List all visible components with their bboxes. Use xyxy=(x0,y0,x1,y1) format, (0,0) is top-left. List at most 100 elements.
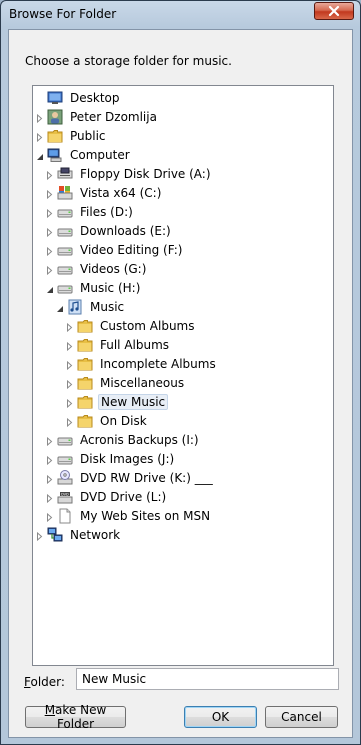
tree-node-label: My Web Sites on MSN xyxy=(80,508,211,523)
tree-node[interactable]: My Web Sites on MSN xyxy=(45,506,212,525)
hard-drive-icon xyxy=(57,432,73,448)
collapsed-arrow-icon[interactable] xyxy=(65,321,74,333)
ok-button[interactable]: OK xyxy=(184,706,257,728)
tree-node[interactable]: Floppy Disk Drive (A:) xyxy=(45,164,213,183)
tree-node-label: Incomplete Albums xyxy=(100,356,216,371)
tree-node-label: Disk Images (J:) xyxy=(80,451,175,466)
collapsed-arrow-icon[interactable] xyxy=(45,226,54,238)
folder-icon xyxy=(77,337,93,353)
collapsed-arrow-icon[interactable] xyxy=(45,492,54,504)
tree-node-label: Floppy Disk Drive (A:) xyxy=(80,166,211,181)
collapsed-arrow-icon[interactable] xyxy=(65,378,74,390)
tree-node-label: DVD RW Drive (K:) ___ xyxy=(80,470,213,485)
tree-node[interactable]: DVD RW Drive (K:) ___ xyxy=(45,468,215,487)
tree-node-label: New Music xyxy=(98,393,169,410)
music-library-icon xyxy=(67,299,83,315)
collapsed-arrow-icon[interactable] xyxy=(35,112,44,124)
tree-node[interactable]: Public xyxy=(35,126,108,145)
title-bar[interactable]: Browse For Folder xyxy=(1,1,360,27)
tree-node-label: Full Albums xyxy=(100,337,170,352)
collapsed-arrow-icon[interactable] xyxy=(45,454,54,466)
tree-node-label: DVD Drive (L:) xyxy=(80,489,167,504)
tree-node[interactable]: Miscellaneous xyxy=(65,373,186,392)
tree-node-label: Vista x64 (C:) xyxy=(80,185,162,200)
tree-node-label: Downloads (E:) xyxy=(80,223,171,238)
user-folder-icon xyxy=(47,109,63,125)
collapsed-arrow-icon[interactable] xyxy=(45,435,54,447)
tree-node[interactable]: Custom Albums xyxy=(65,316,197,335)
tree-node-label: On Disk xyxy=(100,413,147,428)
cancel-button[interactable]: Cancel xyxy=(265,706,338,728)
computer-icon xyxy=(47,147,63,163)
tree-node[interactable]: Network xyxy=(35,525,122,544)
dvd-drive-icon: DVD xyxy=(57,489,73,505)
tree-node-label: Miscellaneous xyxy=(100,375,185,390)
collapsed-arrow-icon[interactable] xyxy=(65,397,74,409)
tree-node-label: Files (D:) xyxy=(80,204,133,219)
collapsed-arrow-icon[interactable] xyxy=(35,131,44,143)
tree-node[interactable]: Video Editing (F:) xyxy=(45,240,184,259)
folder-field-label: Folder: xyxy=(24,675,65,689)
tree-node-label: Acronis Backups (I:) xyxy=(80,432,199,447)
hard-drive-icon xyxy=(57,242,73,258)
tree-node[interactable]: Full Albums xyxy=(65,335,171,354)
hard-drive-icon xyxy=(57,261,73,277)
folder-icon xyxy=(77,318,93,334)
folder-name-input[interactable]: New Music xyxy=(76,668,339,690)
desktop-icon xyxy=(47,90,63,106)
tree-node[interactable]: Acronis Backups (I:) xyxy=(45,430,201,449)
collapsed-arrow-icon[interactable] xyxy=(35,530,44,542)
tree-node[interactable]: Computer xyxy=(35,145,132,164)
tree-node[interactable]: Music (H:) xyxy=(45,278,142,297)
tree-node[interactable]: Peter Dzomlija xyxy=(35,107,159,126)
collapsed-arrow-icon[interactable] xyxy=(45,207,54,219)
make-new-folder-button[interactable]: Make New Folder xyxy=(25,703,126,731)
collapsed-arrow-icon[interactable] xyxy=(65,416,74,428)
folder-icon xyxy=(77,375,93,391)
system-drive-icon xyxy=(57,185,73,201)
collapsed-arrow-icon[interactable] xyxy=(65,340,74,352)
folder-icon xyxy=(77,394,93,410)
tree-node[interactable]: Incomplete Albums xyxy=(65,354,218,373)
tree-node[interactable]: New Music xyxy=(65,392,169,411)
network-icon xyxy=(47,527,63,543)
tree-node[interactable]: DVD DVD Drive (L:) xyxy=(45,487,168,506)
tree-node[interactable]: On Disk xyxy=(65,411,149,430)
collapsed-arrow-icon[interactable] xyxy=(45,511,54,523)
tree-node-label: Music xyxy=(90,299,125,314)
window-title: Browse For Folder xyxy=(9,7,117,21)
tree-node[interactable]: Disk Images (J:) xyxy=(45,449,176,468)
expanded-arrow-icon[interactable] xyxy=(35,150,44,160)
tree-node[interactable]: Videos (G:) xyxy=(45,259,148,278)
tree-node[interactable]: Desktop xyxy=(35,88,122,107)
tree-node[interactable]: Downloads (E:) xyxy=(45,221,173,240)
tree-node-label: Music (H:) xyxy=(80,280,141,295)
tree-node-label: Computer xyxy=(70,147,130,162)
tree-node-label: Network xyxy=(70,527,121,542)
folder-tree[interactable]: Desktop Peter Dzomlija Public Computer Flopp… xyxy=(32,85,334,666)
hard-drive-icon xyxy=(57,280,73,296)
dvd-rw-drive-icon xyxy=(57,469,73,486)
collapsed-arrow-icon[interactable] xyxy=(65,359,74,371)
tree-node[interactable]: Files (D:) xyxy=(45,202,135,221)
tree-node-label: Videos (G:) xyxy=(80,261,147,276)
collapsed-arrow-icon[interactable] xyxy=(45,188,54,200)
folder-icon xyxy=(77,413,93,429)
tree-node-label: Peter Dzomlija xyxy=(70,109,157,124)
dialog-body: Choose a storage folder for music. Deskt… xyxy=(8,29,353,738)
expanded-arrow-icon[interactable] xyxy=(45,283,54,293)
tree-node[interactable]: Vista x64 (C:) xyxy=(45,183,163,202)
folder-icon xyxy=(77,356,93,372)
document-icon xyxy=(57,508,73,524)
svg-text:DVD: DVD xyxy=(61,492,69,496)
expanded-arrow-icon[interactable] xyxy=(55,302,64,312)
close-button[interactable] xyxy=(314,2,354,20)
tree-node[interactable]: Music xyxy=(55,297,126,316)
collapsed-arrow-icon[interactable] xyxy=(45,169,54,181)
hard-drive-icon xyxy=(57,204,73,220)
collapsed-arrow-icon[interactable] xyxy=(45,473,54,485)
collapsed-arrow-icon[interactable] xyxy=(45,264,54,276)
collapsed-arrow-icon[interactable] xyxy=(45,245,54,257)
close-icon xyxy=(328,5,340,17)
